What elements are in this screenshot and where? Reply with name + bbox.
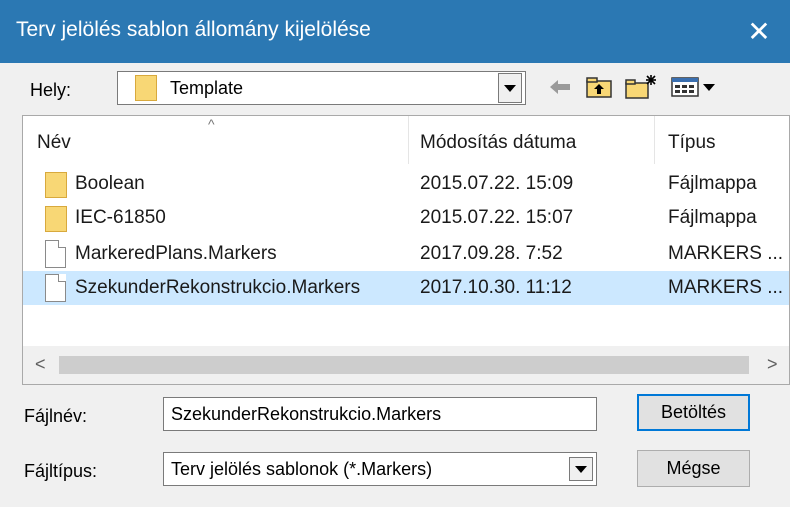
title-bar: Terv jelölés sablon állomány kijelölése … [0,0,790,63]
column-header-name[interactable]: Név [23,116,408,164]
view-menu-icon [671,77,715,97]
view-menu-button[interactable] [670,74,720,100]
file-list[interactable]: ^ Név Módosítás dátuma Típus Boolean 201… [22,115,790,385]
filetype-label: Fájltípus: [24,461,98,481]
file-row-boolean[interactable]: Boolean 2015.07.22. 15:09 Fájlmappa [23,167,789,201]
up-folder-icon [586,77,612,98]
file-row-szekunderrekonstrukcio[interactable]: SzekunderRekonstrukcio.Markers 2017.10.3… [23,271,789,305]
folder-icon [45,172,67,198]
column-header-date[interactable]: Módosítás dátuma [409,116,654,164]
lookin-value: Template [170,78,244,98]
file-name: IEC-61850 [75,207,166,228]
file-icon [45,240,66,268]
file-type: MARKERS ... [668,243,784,264]
file-open-dialog: Terv jelölés sablon állomány kijelölése … [0,0,790,507]
cancel-button[interactable]: Mégse [637,450,750,487]
load-button-label: Betöltés [660,402,727,422]
chevron-down-icon [575,465,587,473]
scroll-left-button[interactable]: < [35,354,46,375]
scroll-right-button[interactable]: > [767,354,778,375]
column-header-type[interactable]: Típus [655,116,789,164]
dialog-title: Terv jelölés sablon állomány kijelölése [16,18,371,41]
back-button[interactable] [546,74,574,100]
file-icon [45,274,66,302]
file-name: Boolean [75,173,145,194]
file-date: 2017.09.28. 7:52 [420,243,563,264]
lookin-label: Hely: [30,80,72,100]
load-button[interactable]: Betöltés [637,394,750,431]
new-folder-icon [625,75,656,99]
filename-label: Fájlnév: [24,406,88,426]
folder-icon [45,206,67,232]
file-name: SzekunderRekonstrukcio.Markers [75,277,361,298]
lookin-dropdown-button[interactable] [498,73,522,103]
file-row-markeredplans[interactable]: MarkeredPlans.Markers 2017.09.28. 7:52 M… [23,237,789,271]
lookin-combobox[interactable]: Template [117,71,526,105]
filetype-combobox[interactable]: Terv jelölés sablonok (*.Markers) [163,452,597,486]
close-icon: ✕ [747,16,771,47]
file-date: 2015.07.22. 15:07 [420,207,574,228]
new-folder-button[interactable] [624,74,658,100]
file-type: Fájlmappa [668,173,757,194]
filename-input[interactable]: SzekunderRekonstrukcio.Markers [163,397,597,431]
close-button[interactable]: ✕ [728,0,790,63]
back-arrow-icon [550,80,570,94]
filetype-value: Terv jelölés sablonok (*.Markers) [171,459,433,479]
cancel-button-label: Mégse [666,458,721,478]
scrollbar-thumb[interactable] [59,356,749,374]
file-row-iec-61850[interactable]: IEC-61850 2015.07.22. 15:07 Fájlmappa [23,201,789,235]
folder-icon [135,75,157,101]
filename-value: SzekunderRekonstrukcio.Markers [171,404,442,424]
filetype-dropdown-button[interactable] [569,457,593,481]
file-type: MARKERS ... [668,277,784,298]
file-date: 2015.07.22. 15:09 [420,173,574,194]
file-name: MarkeredPlans.Markers [75,243,277,264]
up-folder-button[interactable] [584,74,614,100]
horizontal-scrollbar[interactable]: < > [23,346,789,384]
chevron-down-icon [504,84,516,92]
file-type: Fájlmappa [668,207,757,228]
file-date: 2017.10.30. 11:12 [420,277,572,298]
